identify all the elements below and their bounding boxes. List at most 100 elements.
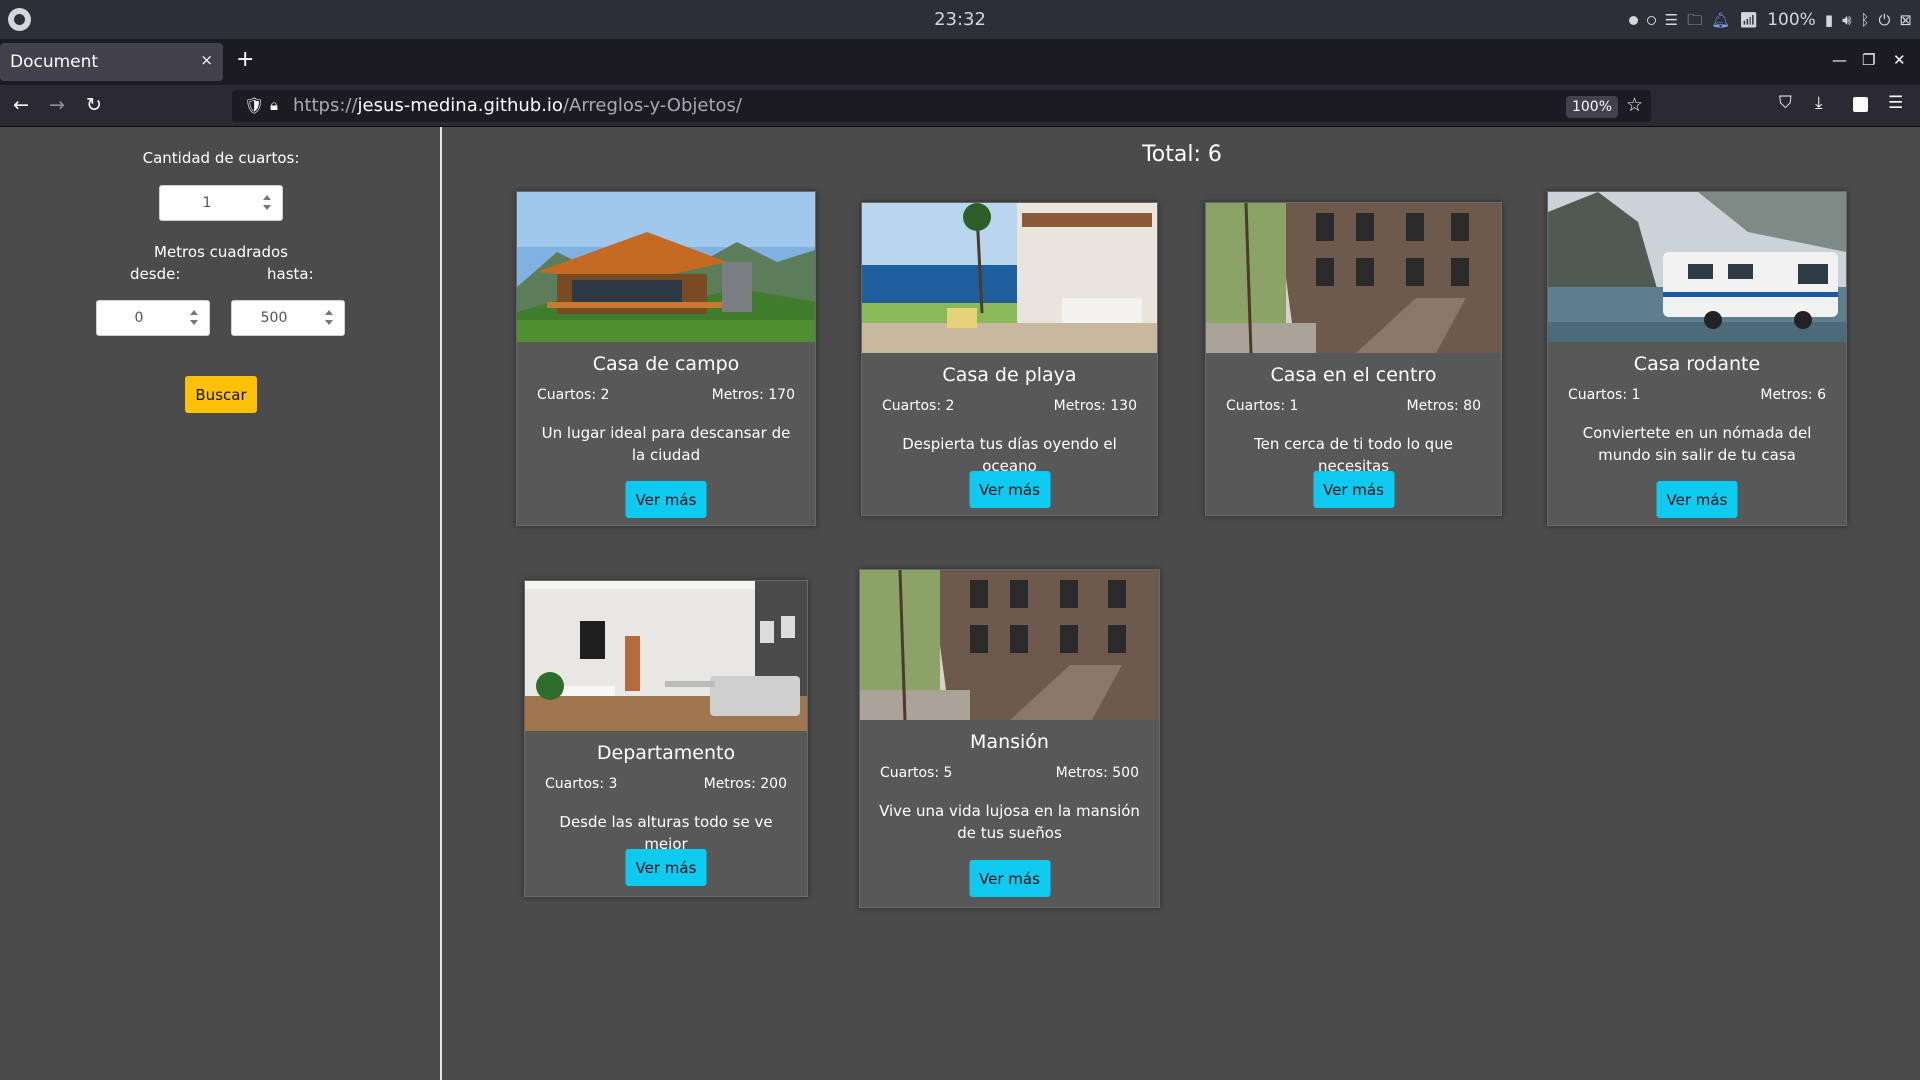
- card-meta: Cuartos: 2 Metros: 170: [537, 387, 795, 403]
- tab-close-icon[interactable]: ×: [200, 51, 213, 69]
- folder-icon[interactable]: 🗀: [1687, 8, 1702, 32]
- card-meters: Metros: 80: [1406, 398, 1481, 414]
- meters-to-input[interactable]: 500: [231, 300, 345, 336]
- card-meta: Cuartos: 1 Metros: 6: [1568, 387, 1826, 403]
- back-arrow-icon[interactable]: ←: [13, 93, 29, 117]
- to-label: hasta:: [267, 265, 314, 283]
- from-spinner-icon[interactable]: [189, 309, 199, 327]
- extension-icon[interactable]: [1853, 97, 1868, 112]
- bookmark-star-icon[interactable]: ☆: [1626, 94, 1643, 116]
- page-content: Cantidad de cuartos: 1 Metros cuadrados …: [0, 127, 1920, 1080]
- card-meters: Metros: 200: [703, 776, 787, 792]
- card-meta: Cuartos: 5 Metros: 500: [880, 765, 1139, 781]
- download-icon[interactable]: ⤓: [1815, 93, 1823, 113]
- total-count: Total: 6: [1142, 142, 1222, 167]
- meters-to-value: 500: [260, 310, 288, 326]
- url-path: /Arreglos-y-Objetos/: [562, 95, 742, 116]
- card-description: Conviertete en un nómada del mundo sin s…: [1582, 424, 1812, 464]
- card-meta: Cuartos: 3 Metros: 200: [545, 776, 787, 792]
- property-card: Casa rodante Cuartos: 1 Metros: 6 Convie…: [1547, 191, 1847, 526]
- card-title: Departamento: [596, 742, 736, 764]
- apartment-interior-image: [525, 581, 807, 731]
- view-more-button[interactable]: Ver más: [625, 849, 707, 886]
- reload-icon[interactable]: ↻: [86, 93, 102, 117]
- meters-from-value: 0: [134, 310, 144, 326]
- from-label: desde:: [130, 265, 181, 283]
- card-description: Un lugar ideal para descansar de la ciud…: [541, 424, 791, 464]
- new-tab-button[interactable]: +: [236, 49, 254, 71]
- property-card: Mansión Cuartos: 5 Metros: 500 Vive una …: [859, 569, 1160, 908]
- property-card: Departamento Cuartos: 3 Metros: 200 Desd…: [524, 580, 808, 897]
- search-button[interactable]: Buscar: [185, 376, 257, 413]
- card-meters: Metros: 130: [1053, 398, 1137, 414]
- lock-icon[interactable]: 🔒︎: [270, 96, 278, 114]
- bell-icon[interactable]: 🔔︎: [1711, 8, 1730, 32]
- card-rooms: Cuartos: 2: [537, 387, 610, 403]
- country-house-image: [517, 192, 815, 342]
- meters-label: Metros cuadrados: [154, 243, 288, 261]
- battery-percent: 100%: [1767, 10, 1816, 30]
- card-title: Casa de campo: [592, 353, 740, 375]
- card-meters: Metros: 170: [711, 387, 795, 403]
- card-description: Vive una vida lujosa en la mansión de tu…: [879, 802, 1140, 842]
- rooms-input[interactable]: 1: [159, 185, 283, 221]
- url-text[interactable]: https://jesus-medina.github.io/Arreglos-…: [293, 95, 742, 116]
- card-title: Casa de playa: [942, 364, 1077, 386]
- system-tray: ☰ 🗀 🔔︎ 📶︎ 100% ▮ 🔊︎ ᛒ ⏻ ⊠: [1628, 8, 1912, 32]
- rooms-value: 1: [202, 195, 212, 211]
- screen-icon[interactable]: ⊠: [1899, 8, 1912, 32]
- card-title: Casa en el centro: [1270, 364, 1437, 386]
- menu-icon[interactable]: ☰: [1665, 8, 1678, 32]
- tab-title: Document: [10, 52, 99, 72]
- browser-nav-bar: ← → ↻ 🛡︎ 🔒︎ https://jesus-medina.github.…: [0, 85, 1920, 127]
- forward-arrow-icon[interactable]: →: [49, 93, 65, 117]
- volume-icon[interactable]: 🔊︎: [1842, 8, 1851, 32]
- card-rooms: Cuartos: 3: [545, 776, 618, 792]
- beach-house-image: [862, 203, 1157, 353]
- view-more-button[interactable]: Ver más: [969, 860, 1050, 897]
- browser-tab-strip: Document × + — ❐ ✕: [0, 39, 1920, 85]
- url-host: jesus-medina.github.io: [357, 95, 563, 116]
- activity-ring-icon[interactable]: [1646, 15, 1656, 25]
- card-meta: Cuartos: 1 Metros: 80: [1226, 398, 1481, 414]
- view-more-button[interactable]: Ver más: [1656, 481, 1738, 518]
- activity-dots-icon[interactable]: [1628, 15, 1638, 25]
- tab-document[interactable]: Document ×: [0, 43, 223, 81]
- brownstone-street-image: [1206, 203, 1501, 353]
- rooms-label: Cantidad de cuartos:: [142, 149, 300, 167]
- card-meters: Metros: 6: [1760, 387, 1826, 403]
- zoom-level-badge[interactable]: 100%: [1566, 96, 1618, 118]
- view-more-button[interactable]: Ver más: [969, 471, 1050, 508]
- url-prefix: https://: [293, 95, 358, 116]
- to-spinner-icon[interactable]: [324, 309, 334, 327]
- bluetooth-icon[interactable]: ᛒ: [1861, 8, 1870, 32]
- shield-icon[interactable]: 🛡︎: [244, 96, 264, 115]
- card-rooms: Cuartos: 1: [1226, 398, 1299, 414]
- restore-icon[interactable]: ❐: [1862, 51, 1875, 69]
- battery-icon[interactable]: ▮: [1825, 8, 1833, 32]
- filter-sidebar: Cantidad de cuartos: 1 Metros cuadrados …: [0, 127, 442, 1080]
- card-rooms: Cuartos: 1: [1568, 387, 1641, 403]
- card-rooms: Cuartos: 2: [882, 398, 955, 414]
- meters-from-input[interactable]: 0: [96, 300, 210, 336]
- view-more-button[interactable]: Ver más: [625, 481, 707, 518]
- power-icon[interactable]: ⏻: [1879, 8, 1891, 32]
- card-meters: Metros: 500: [1055, 765, 1139, 781]
- camper-van-image: [1548, 192, 1846, 342]
- rooms-spinner-icon[interactable]: [262, 194, 272, 212]
- property-card: Casa en el centro Cuartos: 1 Metros: 80 …: [1205, 202, 1502, 516]
- card-title: Casa rodante: [1633, 353, 1761, 375]
- hamburger-menu-icon[interactable]: ☰: [1888, 93, 1903, 113]
- property-card: Casa de campo Cuartos: 2 Metros: 170 Un …: [516, 191, 816, 526]
- view-more-button[interactable]: Ver más: [1313, 471, 1394, 508]
- close-window-icon[interactable]: ✕: [1893, 51, 1906, 69]
- wifi-icon[interactable]: 📶︎: [1739, 8, 1758, 32]
- pocket-icon[interactable]: ⛉: [1779, 93, 1792, 113]
- mansion-image: [860, 570, 1159, 720]
- property-card: Casa de playa Cuartos: 2 Metros: 130 Des…: [861, 202, 1158, 516]
- address-bar[interactable]: 🛡︎ 🔒︎ https://jesus-medina.github.io/Arr…: [232, 90, 1651, 122]
- minimize-icon[interactable]: —: [1832, 51, 1847, 69]
- os-top-bar: 23:32 ☰ 🗀 🔔︎ 📶︎ 100% ▮ 🔊︎ ᛒ ⏻ ⊠: [0, 0, 1920, 39]
- card-rooms: Cuartos: 5: [880, 765, 953, 781]
- card-meta: Cuartos: 2 Metros: 130: [882, 398, 1137, 414]
